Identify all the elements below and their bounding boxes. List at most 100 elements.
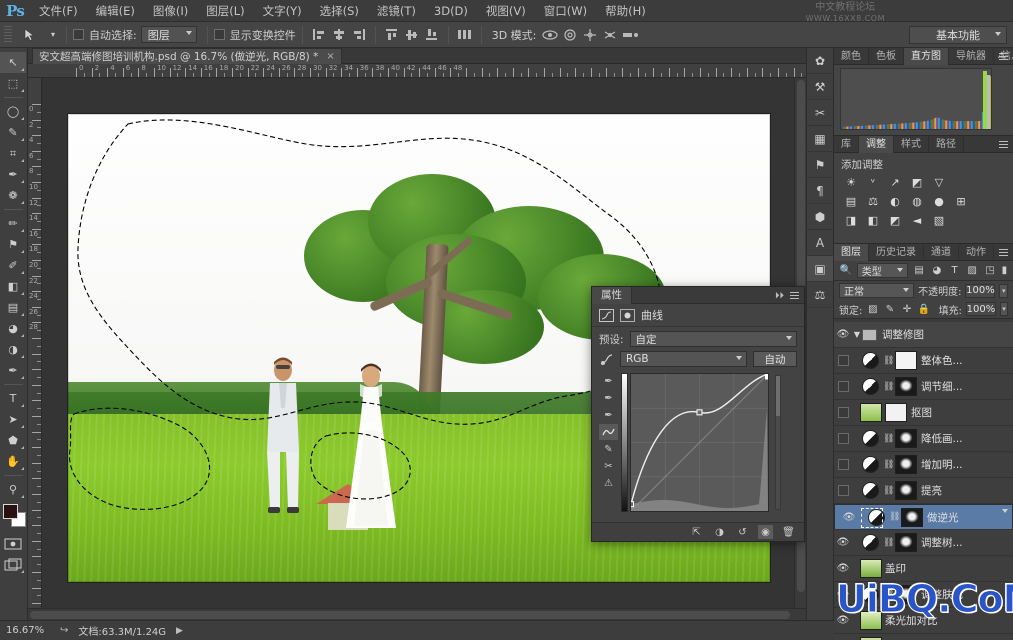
table-row[interactable]: 抠图	[834, 400, 1013, 426]
tab-layers-3[interactable]: 动作	[959, 243, 994, 261]
menu-item-1[interactable]: 编辑(E)	[87, 0, 144, 22]
distribute-horizontally-icon[interactable]	[455, 25, 475, 45]
menu-item-10[interactable]: 帮助(H)	[596, 0, 655, 22]
3d-zoom-icon[interactable]	[620, 25, 640, 45]
layer-mask-thumbnail[interactable]	[885, 403, 907, 422]
table-row[interactable]: 👁 ⛓ 做逆光	[834, 504, 1013, 530]
curve-graph-container[interactable]	[621, 373, 783, 521]
group-expand-icon[interactable]: ▼	[852, 330, 862, 339]
clipping-warning-icon[interactable]: ⚠	[599, 475, 618, 491]
hue-saturation-icon[interactable]: ▤	[842, 193, 860, 209]
smartobject-filter-icon[interactable]: ◳	[983, 263, 997, 278]
adjustment-thumbnail[interactable]	[862, 456, 879, 473]
crop-tool[interactable]: ⌗	[0, 143, 26, 164]
layer-visibility-off-box[interactable]	[837, 355, 849, 366]
move-tool-options-icon[interactable]	[16, 25, 46, 45]
reset-icon[interactable]: ↺	[735, 525, 750, 539]
curve-control-point-2[interactable]	[765, 374, 769, 380]
options-bar-grip[interactable]	[4, 25, 12, 44]
layer-visibility-toggle[interactable]: 👁	[834, 634, 852, 640]
color-swatches[interactable]	[1, 503, 27, 529]
layer-visibility-off-box[interactable]	[837, 485, 849, 496]
align-left-edges-icon[interactable]	[309, 25, 329, 45]
clip-to-layer-icon[interactable]: ⇱	[689, 525, 704, 539]
lock-position-icon[interactable]: ✛	[900, 302, 913, 317]
invert-icon[interactable]: ◨	[842, 212, 860, 228]
table-row[interactable]: 👁 盖印	[834, 556, 1013, 582]
layer-mask-thumbnail[interactable]	[895, 533, 917, 552]
layer-mask-thumbnail[interactable]	[895, 481, 917, 500]
layer-list[interactable]: 👁 ▼ 调整修图 ⛓ 整体色... ⛓ 调节细... 抠图 ⛓ 降低画... ⛓ 增加明... ⛓ 提亮 👁…	[834, 322, 1013, 640]
toggle-visibility-icon[interactable]: ◉	[758, 525, 773, 539]
mask-link-icon[interactable]: ⛓	[883, 356, 894, 366]
view-previous-state-icon[interactable]: ◑	[712, 525, 727, 539]
tab-layers-0[interactable]: 图层	[834, 243, 869, 261]
menu-item-3[interactable]: 图层(L)	[197, 0, 253, 22]
layers-panel-menu-icon[interactable]	[997, 247, 1009, 258]
channel-dropdown[interactable]: RGB	[620, 351, 747, 367]
auto-select-checkbox[interactable]	[73, 29, 84, 40]
mask-link-icon[interactable]: ⛓	[889, 512, 900, 522]
3d-pan-icon[interactable]	[580, 25, 600, 45]
layer-visibility-toggle[interactable]: 👁	[834, 322, 852, 348]
color-lookup-icon[interactable]: ⊞	[952, 193, 970, 209]
black-point-eyedropper-icon[interactable]: ✒	[599, 373, 618, 389]
preset-dropdown[interactable]: 自定	[629, 331, 797, 347]
layer-visibility-off-box[interactable]	[837, 433, 849, 444]
table-row[interactable]: ⛓ 降低画...	[834, 426, 1013, 452]
filter-toggle-icon[interactable]: ▮	[1001, 263, 1008, 278]
layer-thumbnail[interactable]	[860, 403, 882, 422]
opacity-value[interactable]: 100%	[965, 283, 996, 298]
clone-stamp-tool[interactable]: ⚑	[0, 234, 26, 255]
layer-mask-thumbnail[interactable]	[895, 585, 917, 604]
align-right-edges-icon[interactable]	[349, 25, 369, 45]
screen-mode-toggle[interactable]	[0, 554, 26, 575]
mask-link-icon[interactable]: ⛓	[883, 538, 894, 548]
layer-thumbnail[interactable]	[860, 611, 882, 630]
blend-mode-dropdown[interactable]: 正常	[839, 283, 915, 298]
brightness-contrast-icon[interactable]: ☀	[842, 174, 860, 190]
mask-link-icon[interactable]: ⛓	[883, 486, 894, 496]
table-row[interactable]: ⛓ 增加明...	[834, 452, 1013, 478]
adjustment-thumbnail[interactable]	[862, 352, 879, 369]
table-row[interactable]: 👁构图和修饰杂物	[834, 634, 1013, 640]
adjustment-thumbnail[interactable]	[862, 378, 879, 395]
menu-item-9[interactable]: 窗口(W)	[535, 0, 596, 22]
type-filter-icon[interactable]: T	[948, 263, 962, 278]
workspace-selector[interactable]: 基本功能	[909, 26, 1007, 44]
foreground-color-swatch[interactable]	[2, 504, 18, 519]
layer-visibility-off-box[interactable]	[837, 407, 849, 418]
layer-visibility-toggle[interactable]	[834, 374, 852, 400]
pencil-draw-icon[interactable]: ✎	[599, 441, 618, 457]
tab-adjustments-3[interactable]: 路径	[929, 135, 964, 153]
canvas-horizontal-scrollbar[interactable]	[28, 608, 806, 620]
curve-control-point-1[interactable]	[696, 409, 703, 416]
properties-panel-icon[interactable]: ▣	[807, 256, 833, 282]
panel-menu-icon[interactable]	[788, 290, 800, 301]
align-vertical-centers-icon[interactable]	[402, 25, 422, 45]
timeline-panel-icon[interactable]: ▦	[807, 126, 833, 152]
curves-icon[interactable]: ↗	[886, 174, 904, 190]
tab-top-panel-0[interactable]: 颜色	[834, 47, 869, 65]
table-row[interactable]: ⛓ 提亮	[834, 478, 1013, 504]
3d-roll-icon[interactable]	[560, 25, 580, 45]
layer-visibility-toggle[interactable]: 👁	[834, 556, 852, 582]
levels-icon[interactable]: ᵛ	[864, 174, 882, 190]
channel-mixer-icon[interactable]: ●	[930, 193, 948, 209]
collapse-icon[interactable]: ⏵⏵	[775, 291, 784, 301]
3d-panel-icon[interactable]: ⬢	[807, 204, 833, 230]
gray-point-eyedropper-icon[interactable]: ✒	[599, 390, 618, 406]
layer-visibility-toggle[interactable]: 👁	[840, 504, 858, 530]
gradient-map-icon[interactable]: ◄	[908, 212, 926, 228]
shape-filter-icon[interactable]: ▨	[965, 263, 979, 278]
color-balance-icon[interactable]: ⚖	[864, 193, 882, 209]
3d-slide-icon[interactable]	[600, 25, 620, 45]
tool-preset-dropdown[interactable]: ▾	[46, 25, 60, 45]
on-image-adjust-icon[interactable]	[599, 353, 614, 366]
mask-link-icon[interactable]: ⛓	[883, 434, 894, 444]
photo-filter-icon[interactable]: ◍	[908, 193, 926, 209]
zoom-level[interactable]: 16.67%	[6, 625, 50, 636]
menu-item-7[interactable]: 3D(D)	[425, 0, 477, 22]
history-brush-tool[interactable]: ✐	[0, 255, 26, 276]
adjustment-thumbnail[interactable]	[862, 482, 879, 499]
